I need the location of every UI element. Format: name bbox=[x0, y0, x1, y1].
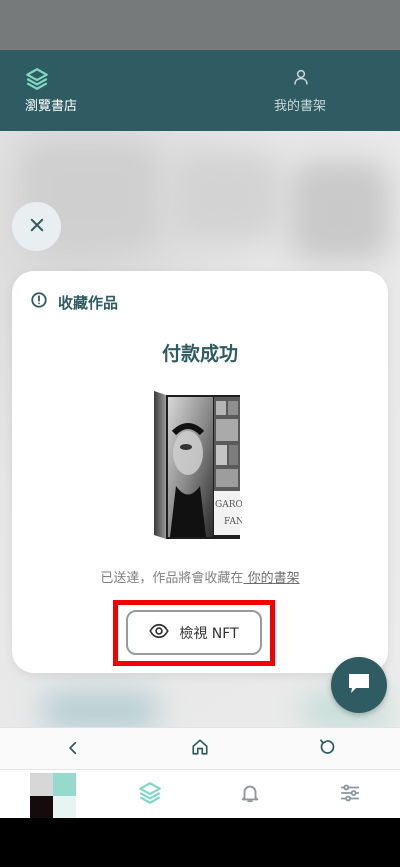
bottom-tab-notifications[interactable] bbox=[237, 782, 263, 808]
close-button[interactable] bbox=[12, 202, 61, 251]
delivered-message: 已送達，作品將會收藏在 你的書架 bbox=[12, 567, 388, 586]
browser-nav-bar bbox=[0, 727, 400, 769]
user-icon bbox=[292, 68, 310, 90]
avatar[interactable] bbox=[30, 773, 76, 819]
tab-browse-store[interactable]: 瀏覽書店 bbox=[0, 50, 200, 131]
view-nft-button[interactable]: 檢視 NFT bbox=[126, 610, 262, 655]
layers-icon bbox=[137, 780, 163, 810]
tab-my-shelf[interactable]: 我的書架 bbox=[200, 50, 400, 131]
device-bottom-bezel bbox=[0, 818, 400, 867]
back-button[interactable] bbox=[62, 738, 84, 760]
home-icon bbox=[191, 738, 209, 760]
modal-header: 收藏作品 bbox=[30, 291, 118, 313]
book-cover-image: GARO FAN bbox=[152, 391, 244, 541]
status-bar bbox=[0, 0, 400, 50]
bottom-tab-store[interactable] bbox=[137, 782, 163, 808]
top-tab-bar: 瀏覽書店 我的書架 bbox=[0, 50, 400, 181]
back-arrow-icon bbox=[66, 740, 80, 759]
bell-icon bbox=[239, 782, 261, 808]
bottom-tab-settings[interactable] bbox=[337, 782, 363, 808]
info-icon bbox=[30, 291, 48, 313]
bottom-tab-bar bbox=[0, 769, 400, 819]
tab-my-shelf-label: 我的書架 bbox=[273, 99, 326, 114]
view-nft-label: 檢視 NFT bbox=[179, 625, 239, 642]
eye-icon bbox=[149, 621, 170, 645]
close-icon bbox=[28, 216, 46, 238]
reload-icon bbox=[319, 739, 335, 759]
delivered-prefix: 已送達，作品將會收藏在 bbox=[100, 571, 244, 586]
chat-button[interactable] bbox=[331, 657, 387, 713]
modal-title: 收藏作品 bbox=[58, 293, 119, 312]
sliders-icon bbox=[338, 782, 362, 808]
layers-icon bbox=[24, 66, 50, 96]
chat-icon bbox=[346, 671, 372, 699]
reload-button[interactable] bbox=[316, 738, 338, 760]
cover-text-1: GARO bbox=[215, 500, 242, 510]
payment-success-title: 付款成功 bbox=[161, 343, 238, 365]
home-button[interactable] bbox=[189, 738, 211, 760]
your-shelf-link[interactable]: 你的書架 bbox=[243, 571, 300, 586]
tab-browse-label: 瀏覽書店 bbox=[25, 99, 78, 114]
cover-text-2: FAN bbox=[224, 517, 242, 527]
